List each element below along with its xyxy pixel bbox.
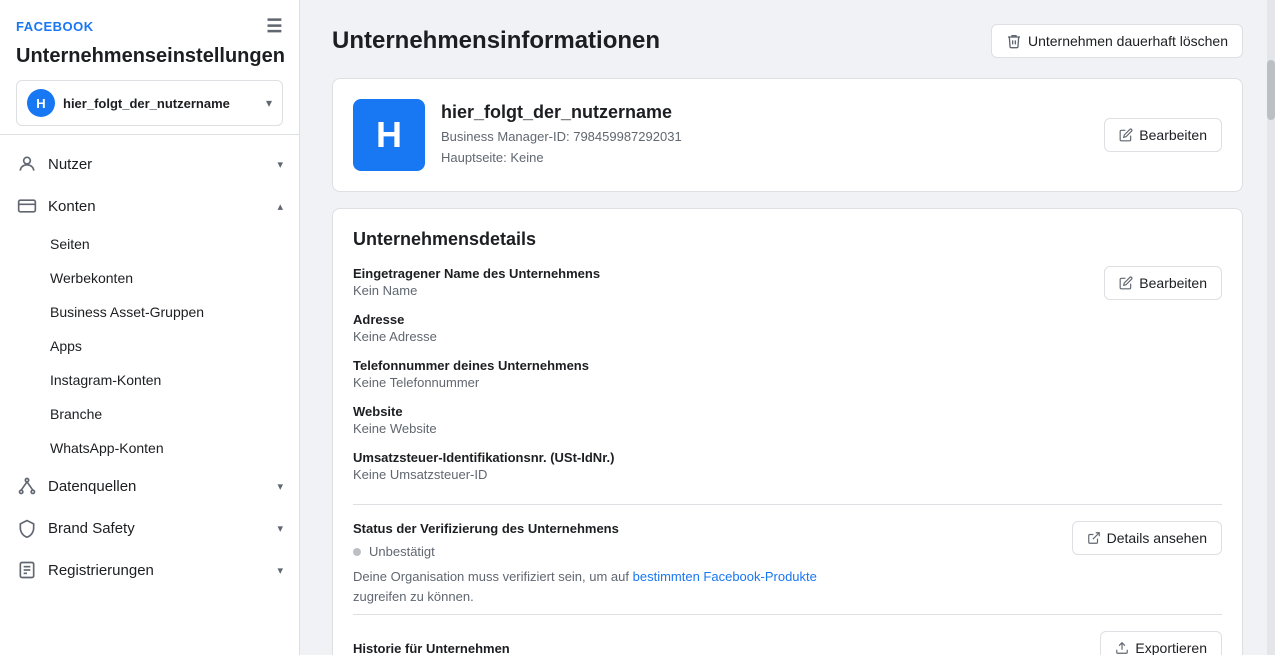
konten-icon [16,195,38,217]
delete-company-button[interactable]: Unternehmen dauerhaft löschen [991,24,1243,58]
profile-edit-label: Bearbeiten [1139,127,1207,143]
hamburger-icon[interactable]: ☰ [266,16,283,37]
history-section: Historie für Unternehmen Exportieren [353,614,1222,655]
profile-left: H hier_folgt_der_nutzername Business Man… [353,99,682,171]
verification-link[interactable]: bestimmten Facebook-Produkte [633,569,817,584]
verification-msg-after: zugreifen zu können. [353,589,474,604]
chevron-up-icon: ▴ [277,200,283,213]
verification-section: Status der Verifizierung des Unternehmen… [353,504,1222,606]
profile-info: hier_folgt_der_nutzername Business Manag… [441,102,682,169]
detail-label-address: Adresse [353,312,1104,327]
konten-sub-items: Seiten Werbekonten Business Asset-Gruppe… [0,227,299,465]
pencil-details-icon [1119,276,1133,290]
sidebar-item-datenquellen-label: Datenquellen [48,478,267,495]
page-header: Unternehmensinformationen Unternehmen da… [332,24,1243,58]
detail-label-vat: Umsatzsteuer-Identifikationsnr. (USt-IdN… [353,450,1104,465]
detail-field-address: Adresse Keine Adresse [353,312,1104,344]
chevron-down-registrierungen-icon: ▾ [277,564,283,577]
sidebar-item-datenquellen[interactable]: Datenquellen ▾ [0,465,299,507]
verification-status: Unbestätigt [353,544,853,559]
verification-msg-before: Deine Organisation muss verifiziert sein… [353,569,633,584]
main-content: Unternehmensinformationen Unternehmen da… [300,0,1275,655]
sidebar-sub-item-apps[interactable]: Apps [0,329,299,363]
account-name: hier_folgt_der_nutzername [63,96,258,111]
details-card: Unternehmensdetails Eingetragener Name d… [332,208,1243,655]
profile-card: H hier_folgt_der_nutzername Business Man… [332,78,1243,192]
chevron-down-icon: ▾ [266,96,272,110]
detail-field-name: Eingetragener Name des Unternehmens Kein… [353,266,1104,298]
user-icon [16,153,38,175]
profile-hauptseite: Hauptseite: Keine [441,148,682,169]
verification-details-label: Details ansehen [1107,530,1207,546]
profile-card-inner: H hier_folgt_der_nutzername Business Man… [353,99,1222,171]
verification-message: Deine Organisation muss verifiziert sein… [353,567,853,606]
scrollbar[interactable] [1267,0,1275,655]
external-link-icon [1087,531,1101,545]
company-title: Unternehmenseinstellungen [16,45,283,68]
detail-section: Eingetragener Name des Unternehmens Kein… [353,266,1222,496]
details-edit-label: Bearbeiten [1139,275,1207,291]
detail-label-phone: Telefonnummer deines Unternehmens [353,358,1104,373]
history-label: Historie für Unternehmen [353,641,510,655]
detail-label-website: Website [353,404,1104,419]
details-edit-button[interactable]: Bearbeiten [1104,266,1222,300]
profile-name: hier_folgt_der_nutzername [441,102,682,123]
detail-field-vat: Umsatzsteuer-Identifikationsnr. (USt-IdN… [353,450,1104,482]
sidebar-item-nutzer-label: Nutzer [48,156,267,173]
detail-value-phone: Keine Telefonnummer [353,375,1104,390]
account-avatar: H [27,89,55,117]
sidebar-item-brand-safety[interactable]: Brand Safety ▾ [0,507,299,549]
trash-icon [1006,33,1022,49]
verification-label: Status der Verifizierung des Unternehmen… [353,521,853,536]
verification-details-button[interactable]: Details ansehen [1072,521,1222,555]
detail-value-address: Keine Adresse [353,329,1104,344]
profile-business-id: Business Manager-ID: 798459987292031 [441,127,682,148]
status-dot-icon [353,548,361,556]
scroll-thumb[interactable] [1267,60,1275,120]
facebook-logo: FACEBOOK ☰ [16,16,283,37]
detail-value-website: Keine Website [353,421,1104,436]
sidebar-header: FACEBOOK ☰ Unternehmenseinstellungen H h… [0,0,299,135]
chevron-down-brand-safety-icon: ▾ [277,522,283,535]
sidebar-item-nutzer[interactable]: Nutzer ▾ [0,143,299,185]
page-title: Unternehmensinformationen [332,27,660,55]
export-label: Exportieren [1135,640,1207,655]
profile-avatar: H [353,99,425,171]
verification-status-text: Unbestätigt [369,544,435,559]
details-edit-button-wrapper: Bearbeiten [1104,266,1222,300]
sidebar-item-brand-safety-label: Brand Safety [48,520,267,537]
nav-section: Nutzer ▾ Konten ▴ Seiten Werbekonten Bus… [0,135,299,599]
export-button[interactable]: Exportieren [1100,631,1222,655]
sidebar-sub-item-business-asset-gruppen[interactable]: Business Asset-Gruppen [0,295,299,329]
details-card-title: Unternehmensdetails [353,229,1222,250]
chevron-down-datenquellen-icon: ▾ [277,480,283,493]
sidebar-sub-item-werbekonten[interactable]: Werbekonten [0,261,299,295]
registrierungen-icon [16,559,38,581]
shield-icon [16,517,38,539]
profile-edit-button[interactable]: Bearbeiten [1104,118,1222,152]
detail-fields: Eingetragener Name des Unternehmens Kein… [353,266,1104,496]
account-switcher[interactable]: H hier_folgt_der_nutzername ▾ [16,80,283,126]
pencil-icon [1119,128,1133,142]
verification-info: Status der Verifizierung des Unternehmen… [353,521,853,606]
delete-company-label: Unternehmen dauerhaft löschen [1028,33,1228,49]
sidebar-item-konten[interactable]: Konten ▴ [0,185,299,227]
export-icon [1115,641,1129,655]
datenquellen-icon [16,475,38,497]
sidebar: FACEBOOK ☰ Unternehmenseinstellungen H h… [0,0,300,655]
chevron-right-icon: ▾ [277,158,283,171]
detail-field-website: Website Keine Website [353,404,1104,436]
detail-value-vat: Keine Umsatzsteuer-ID [353,467,1104,482]
sidebar-sub-item-seiten[interactable]: Seiten [0,227,299,261]
sidebar-item-konten-label: Konten [48,198,267,215]
detail-label-name: Eingetragener Name des Unternehmens [353,266,1104,281]
sidebar-sub-item-instagram-konten[interactable]: Instagram-Konten [0,363,299,397]
sidebar-sub-item-whatsapp-konten[interactable]: WhatsApp-Konten [0,431,299,465]
detail-field-phone: Telefonnummer deines Unternehmens Keine … [353,358,1104,390]
sidebar-item-registrierungen-label: Registrierungen [48,562,267,579]
sidebar-item-registrierungen[interactable]: Registrierungen ▾ [0,549,299,591]
sidebar-sub-item-branche[interactable]: Branche [0,397,299,431]
detail-value-name: Kein Name [353,283,1104,298]
